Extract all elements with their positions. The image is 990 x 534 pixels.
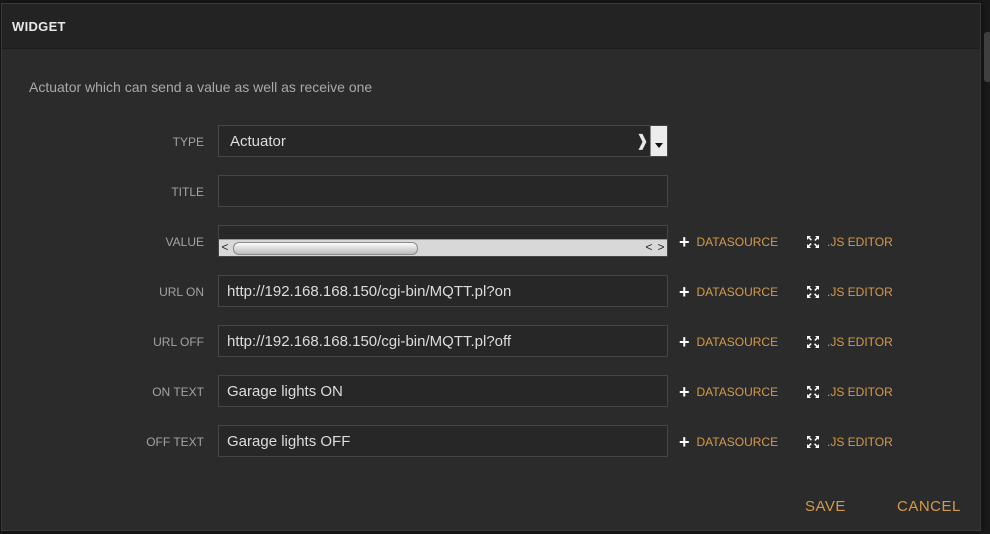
value-row: VALUE < < > + DATASOURCE .JS EDITOR (2, 225, 980, 259)
datasource-label: DATASOURCE (696, 385, 779, 399)
url-on-js-editor-button[interactable]: .JS EDITOR (806, 275, 893, 309)
value-label: VALUE (165, 235, 204, 249)
url-on-row: URL ON http://192.168.168.150/cgi-bin/MQ… (2, 275, 980, 309)
plus-icon: + (679, 232, 690, 252)
off-text-datasource-button[interactable]: + DATASOURCE (679, 425, 778, 459)
value-js-editor-button[interactable]: .JS EDITOR (806, 225, 893, 259)
dialog-title: WIDGET (12, 18, 66, 34)
js-editor-label: .JS EDITOR (827, 335, 893, 349)
dialog-header: WIDGET (2, 4, 980, 49)
url-on-label: URL ON (159, 285, 204, 299)
datasource-label: DATASOURCE (696, 235, 779, 249)
type-select-value: Actuator (230, 133, 286, 150)
type-select[interactable]: Actuator ❱ (218, 125, 668, 157)
widget-description: Actuator which can send a value as well … (29, 79, 373, 95)
on-text-datasource-button[interactable]: + DATASOURCE (679, 375, 778, 409)
off-text-row: OFF TEXT Garage lights OFF + DATASOURCE … (2, 425, 980, 459)
value-datasource-button[interactable]: + DATASOURCE (679, 225, 778, 259)
url-off-datasource-button[interactable]: + DATASOURCE (679, 325, 778, 359)
expand-icon (806, 435, 820, 449)
page-scrollbar[interactable] (984, 32, 990, 82)
url-off-input[interactable]: http://192.168.168.150/cgi-bin/MQTT.pl?o… (218, 325, 668, 357)
title-label: TITLE (171, 185, 204, 199)
url-off-js-editor-button[interactable]: .JS EDITOR (806, 325, 893, 359)
on-text-input[interactable]: Garage lights ON (218, 375, 668, 407)
on-text-row: ON TEXT Garage lights ON + DATASOURCE .J… (2, 375, 980, 409)
scroll-left-icon[interactable]: < (219, 240, 231, 255)
on-text-label: ON TEXT (152, 385, 204, 399)
off-text-js-editor-button[interactable]: .JS EDITOR (806, 425, 893, 459)
url-on-datasource-button[interactable]: + DATASOURCE (679, 275, 778, 309)
chevron-down-icon: ❱ (635, 133, 649, 150)
plus-icon: + (679, 282, 690, 302)
widget-dialog: WIDGET Actuator which can send a value a… (1, 3, 990, 531)
dropdown-arrow-icon[interactable] (650, 126, 667, 156)
cancel-button[interactable]: CANCEL (897, 498, 961, 515)
datasource-label: DATASOURCE (696, 435, 779, 449)
type-label: TYPE (172, 135, 204, 149)
js-editor-label: .JS EDITOR (827, 285, 893, 299)
datasource-label: DATASOURCE (696, 285, 779, 299)
type-row: TYPE Actuator ❱ (2, 125, 980, 159)
expand-icon (806, 385, 820, 399)
title-row: TITLE (2, 175, 980, 209)
js-editor-label: .JS EDITOR (827, 385, 893, 399)
on-text-js-editor-button[interactable]: .JS EDITOR (806, 375, 893, 409)
scroll-left-icon-2[interactable]: < (643, 240, 655, 255)
plus-icon: + (679, 332, 690, 352)
plus-icon: + (679, 382, 690, 402)
value-textarea[interactable]: < < > (218, 225, 668, 257)
title-input[interactable] (218, 175, 668, 207)
off-text-input[interactable]: Garage lights OFF (218, 425, 668, 457)
datasource-label: DATASOURCE (696, 335, 779, 349)
expand-icon (806, 285, 820, 299)
value-horizontal-scrollbar[interactable]: < < > (219, 239, 667, 256)
expand-icon (806, 235, 820, 249)
url-on-input[interactable]: http://192.168.168.150/cgi-bin/MQTT.pl?o… (218, 275, 668, 307)
js-editor-label: .JS EDITOR (827, 435, 893, 449)
expand-icon (806, 335, 820, 349)
url-off-label: URL OFF (153, 335, 204, 349)
plus-icon: + (679, 432, 690, 452)
off-text-label: OFF TEXT (146, 435, 204, 449)
save-button[interactable]: SAVE (805, 498, 846, 515)
url-off-row: URL OFF http://192.168.168.150/cgi-bin/M… (2, 325, 980, 359)
js-editor-label: .JS EDITOR (827, 235, 893, 249)
scrollbar-thumb[interactable] (233, 242, 418, 255)
scroll-right-icon[interactable]: > (655, 240, 667, 255)
